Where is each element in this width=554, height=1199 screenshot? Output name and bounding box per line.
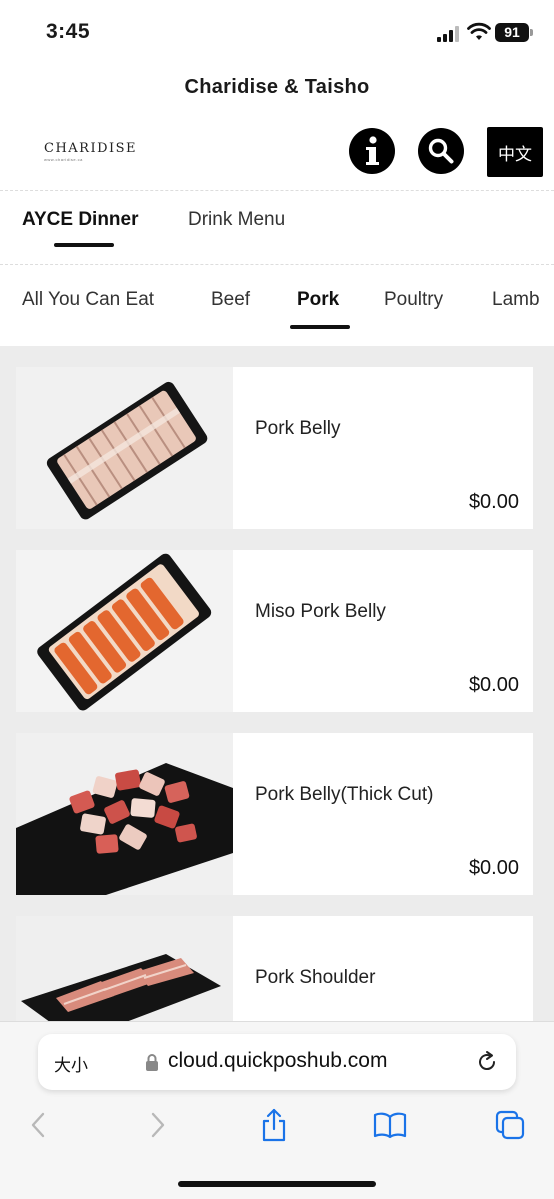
logo-text: CHARIDISE <box>44 141 138 156</box>
reload-icon[interactable] <box>475 1050 499 1074</box>
cellular-signal-icon <box>437 26 459 42</box>
back-button[interactable] <box>18 1107 58 1143</box>
forward-icon <box>151 1112 165 1138</box>
search-button[interactable] <box>418 128 464 174</box>
item-name: Miso Pork Belly <box>255 601 386 622</box>
menu-item-card[interactable]: Pork Belly(Thick Cut) $0.00 <box>16 733 533 895</box>
pork-belly-photo <box>16 367 233 529</box>
menu-item-card[interactable]: Pork Belly $0.00 <box>16 367 533 529</box>
category-all-you-can-eat[interactable]: All You Can Eat <box>22 289 154 311</box>
logo-subtext: www.charidise.ca <box>44 157 83 162</box>
restaurant-logo: CHARIDISE www.charidise.ca <box>44 141 138 162</box>
miso-pork-belly-photo <box>16 550 233 712</box>
tabs-button[interactable] <box>490 1107 530 1143</box>
menu-divider <box>0 264 554 265</box>
item-price: $0.00 <box>468 857 519 879</box>
tab-ayce-dinner[interactable]: AYCE Dinner <box>22 209 139 231</box>
share-icon <box>262 1108 286 1142</box>
search-icon <box>428 138 454 164</box>
item-price: $0.00 <box>468 674 519 696</box>
bookmarks-icon <box>373 1112 407 1139</box>
language-toggle-button[interactable]: 中文 <box>487 127 543 177</box>
share-button[interactable] <box>254 1107 294 1143</box>
category-pork[interactable]: Pork <box>297 289 339 311</box>
pork-belly-thick-cut-photo <box>16 733 233 895</box>
category-lamb[interactable]: Lamb <box>492 289 540 311</box>
tabs-icon <box>495 1110 525 1140</box>
item-name: Pork Shoulder <box>255 967 376 988</box>
menu-item-card[interactable]: Miso Pork Belly $0.00 <box>16 550 533 712</box>
status-bar: 3:45 91 <box>0 0 554 62</box>
menu-item-list[interactable]: Pork Belly $0.00 Miso Pork Belly $0.00 P… <box>0 346 554 1026</box>
tab-drink-menu[interactable]: Drink Menu <box>188 209 285 231</box>
address-bar[interactable]: 大小 cloud.quickposhub.com <box>38 1034 516 1090</box>
home-indicator[interactable] <box>178 1181 376 1187</box>
restaurant-title: Charidise & Taisho <box>184 76 370 98</box>
forward-button[interactable] <box>138 1107 178 1143</box>
info-button[interactable] <box>349 128 395 174</box>
category-beef[interactable]: Beef <box>211 289 250 311</box>
back-icon <box>31 1112 45 1138</box>
browser-toolbar: 大小 cloud.quickposhub.com <box>0 1021 554 1199</box>
menu-tab-active-indicator <box>54 243 114 247</box>
battery-icon: 91 <box>495 23 529 42</box>
category-active-indicator <box>290 325 350 329</box>
header-divider <box>0 190 554 191</box>
battery-nub <box>530 29 533 36</box>
lock-icon <box>146 1054 158 1071</box>
wifi-icon <box>467 22 491 40</box>
item-name: Pork Belly(Thick Cut) <box>255 784 434 805</box>
text-size-button[interactable]: 大小 <box>54 1051 88 1076</box>
item-price: $0.00 <box>468 491 519 513</box>
bookmarks-button[interactable] <box>370 1107 410 1143</box>
url-text: cloud.quickposhub.com <box>168 1049 388 1072</box>
info-icon <box>366 136 379 165</box>
category-poultry[interactable]: Poultry <box>384 289 443 311</box>
menu-item-card[interactable]: Pork Shoulder <box>16 916 533 1026</box>
status-time: 3:45 <box>46 20 91 43</box>
item-name: Pork Belly <box>255 418 341 439</box>
pork-shoulder-photo <box>16 916 233 1026</box>
